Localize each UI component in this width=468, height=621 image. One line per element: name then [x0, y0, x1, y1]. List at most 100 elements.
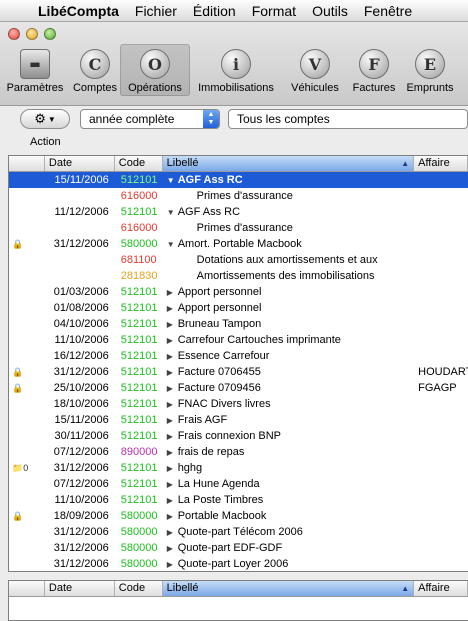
table-row[interactable]: 04/10/2006 512101 ▶ Bruneau Tampon — [9, 316, 468, 332]
table-row[interactable]: 30/11/2006 512101 ▶ Frais connexion BNP — [9, 428, 468, 444]
date-cell: 01/08/2006 — [53, 302, 109, 314]
libelle-cell: ▶ frais de repas — [163, 444, 414, 460]
table-subrow[interactable]: 681100 Dotations aux amortissements et au… — [9, 252, 468, 268]
affaire-cell — [414, 188, 468, 204]
close-window-button[interactable] — [8, 28, 20, 40]
detail-header-code[interactable]: Code — [115, 581, 163, 596]
code-cell: 512101 — [120, 414, 158, 426]
libelle-cell: ▶ Bruneau Tampon — [163, 316, 414, 332]
header-status[interactable] — [9, 156, 45, 171]
toolbar-comptes-button[interactable]: C Comptes — [70, 44, 120, 96]
disclosure-collapsed-icon[interactable]: ▶ — [167, 541, 178, 556]
disclosure-collapsed-icon[interactable]: ▶ — [167, 381, 178, 396]
date-cell: 18/09/2006 — [53, 510, 109, 522]
accounts-select[interactable]: Tous les comptes — [228, 109, 468, 129]
toolbar-emprunts-button[interactable]: E Emprunts — [400, 44, 460, 96]
header-affaire[interactable]: Affaire — [414, 156, 468, 171]
table-row[interactable]: 📁0 31/12/2006 512101 ▶ hghg — [9, 460, 468, 476]
table-subrow[interactable]: 281830 Amortissements des immobilisations — [9, 268, 468, 284]
table-row[interactable]: 🔒 31/12/2006 580000 ▼ Amort. Portable Macboo… — [9, 236, 468, 252]
disclosure-collapsed-icon[interactable]: ▶ — [167, 557, 178, 571]
table-row[interactable]: 15/11/2006 512101 ▶ Frais AGF — [9, 412, 468, 428]
header-date[interactable]: Date — [45, 156, 115, 171]
disclosure-collapsed-icon[interactable]: ▶ — [167, 477, 178, 492]
action-menu-button[interactable]: ⚙ ▼ — [20, 109, 70, 129]
toolbar-label: Emprunts — [406, 82, 454, 94]
menu-fenetre[interactable]: Fenêtre — [356, 3, 420, 19]
period-select-value: année complète — [89, 112, 175, 126]
menu-fichier[interactable]: Fichier — [127, 3, 185, 19]
disclosure-collapsed-icon[interactable]: ▶ — [167, 509, 178, 524]
sort-ascending-icon: ▲ — [401, 159, 410, 168]
libelle-text: AGF Ass RC — [177, 206, 241, 218]
disclosure-collapsed-icon[interactable]: ▶ — [167, 285, 178, 300]
toolbar-vehicules-button[interactable]: V Véhicules — [282, 44, 348, 96]
libelle-cell: ▼ Amort. Portable Macbook — [163, 236, 414, 252]
table-row[interactable]: 31/12/2006 580000 ▶ Quote-part EDF-GDF — [9, 540, 468, 556]
zoom-window-button[interactable] — [44, 28, 56, 40]
period-select[interactable]: année complète ▲ ▼ — [80, 109, 220, 129]
libelle-text: FNAC Divers livres — [177, 398, 271, 410]
disclosure-collapsed-icon[interactable]: ▶ — [167, 317, 178, 332]
table-row[interactable]: 01/08/2006 512101 ▶ Apport personnel — [9, 300, 468, 316]
libelle-text: Facture 0706455 — [177, 366, 261, 378]
header-libelle[interactable]: Libellé ▲ — [162, 156, 415, 171]
libelle-text: frais de repas — [177, 446, 245, 458]
affaire-cell — [414, 508, 468, 524]
disclosure-collapsed-icon[interactable]: ▶ — [167, 397, 178, 412]
disclosure-collapsed-icon[interactable]: ▶ — [167, 301, 178, 316]
table-row[interactable]: 07/12/2006 512101 ▶ La Hune Agenda — [9, 476, 468, 492]
libelle-text: Quote-part Loyer 2006 — [177, 558, 289, 570]
status-cell — [9, 220, 45, 236]
toolbar-factures-button[interactable]: F Factures — [348, 44, 400, 96]
menu-format[interactable]: Format — [244, 3, 304, 19]
disclosure-collapsed-icon[interactable]: ▶ — [167, 525, 178, 540]
libelle-text: La Hune Agenda — [177, 478, 260, 490]
libelle-cell: ▶ Frais AGF — [163, 412, 414, 428]
table-row[interactable]: 31/12/2006 580000 ▶ Quote-part Loyer 2006 — [9, 556, 468, 571]
table-row[interactable]: 11/10/2006 512101 ▶ La Poste Timbres — [9, 492, 468, 508]
table-subrow[interactable]: 616000 Primes d'assurance — [9, 220, 468, 236]
disclosure-expanded-icon[interactable]: ▼ — [167, 205, 178, 220]
detail-table-header: Date Code Libellé ▲ Affaire — [9, 581, 468, 597]
toolbar-label: Véhicules — [291, 82, 339, 94]
table-row[interactable]: 🔒 18/09/2006 580000 ▶ Portable Macbook — [9, 508, 468, 524]
detail-header-affaire[interactable]: Affaire — [414, 581, 468, 596]
disclosure-collapsed-icon[interactable]: ▶ — [167, 413, 178, 428]
table-row[interactable]: 11/10/2006 512101 ▶ Carrefour Cartouches im… — [9, 332, 468, 348]
libelle-cell: ▶ La Poste Timbres — [163, 492, 414, 508]
disclosure-collapsed-icon[interactable]: ▶ — [167, 429, 178, 444]
disclosure-collapsed-icon[interactable]: ▶ — [167, 365, 178, 380]
table-row[interactable]: 31/12/2006 580000 ▶ Quote-part Télécom 2006 — [9, 524, 468, 540]
table-row[interactable]: 🔒 31/12/2006 512101 ▶ Facture 0706455 HOUDART — [9, 364, 468, 380]
toolbar-operations-button[interactable]: O Opérations — [120, 44, 190, 96]
table-row[interactable]: 11/12/2006 512101 ▼ AGF Ass RC — [9, 204, 468, 220]
table-row[interactable]: 🔒 25/10/2006 512101 ▶ Facture 0709456 FGAGP — [9, 380, 468, 396]
minimize-window-button[interactable] — [26, 28, 38, 40]
disclosure-expanded-icon[interactable]: ▼ — [167, 237, 178, 252]
toolbar-settings-button[interactable]: ▬ Paramètres — [0, 44, 70, 96]
table-row[interactable]: 16/12/2006 512101 ▶ Essence Carrefour — [9, 348, 468, 364]
affaire-cell — [414, 300, 468, 316]
menu-edition[interactable]: Édition — [185, 3, 244, 19]
disclosure-collapsed-icon[interactable]: ▶ — [167, 445, 178, 460]
table-subrow[interactable]: 616000 Primes d'assurance — [9, 188, 468, 204]
toolbar-immobilisations-button[interactable]: i Immobilisations — [190, 44, 282, 96]
table-row[interactable]: 01/03/2006 512101 ▶ Apport personnel — [9, 284, 468, 300]
disclosure-expanded-icon[interactable]: ▼ — [167, 173, 178, 188]
detail-header-date[interactable]: Date — [45, 581, 115, 596]
libelle-text: Quote-part EDF-GDF — [177, 542, 283, 554]
menu-app-name[interactable]: LibéCompta — [30, 3, 127, 19]
table-row[interactable]: 18/10/2006 512101 ▶ FNAC Divers livres — [9, 396, 468, 412]
disclosure-collapsed-icon[interactable]: ▶ — [167, 461, 178, 476]
disclosure-collapsed-icon[interactable]: ▶ — [167, 493, 178, 508]
header-code[interactable]: Code — [115, 156, 163, 171]
disclosure-collapsed-icon[interactable]: ▶ — [167, 349, 178, 364]
detail-header-libelle[interactable]: Libellé ▲ — [162, 581, 415, 596]
table-row[interactable]: 07/12/2006 890000 ▶ frais de repas — [9, 444, 468, 460]
detail-header-status[interactable] — [9, 581, 45, 596]
date-cell: 31/12/2006 — [53, 526, 109, 538]
menu-outils[interactable]: Outils — [304, 3, 356, 19]
table-row[interactable]: 15/11/2006 512101 ▼ AGF Ass RC — [9, 172, 468, 188]
disclosure-collapsed-icon[interactable]: ▶ — [167, 333, 178, 348]
